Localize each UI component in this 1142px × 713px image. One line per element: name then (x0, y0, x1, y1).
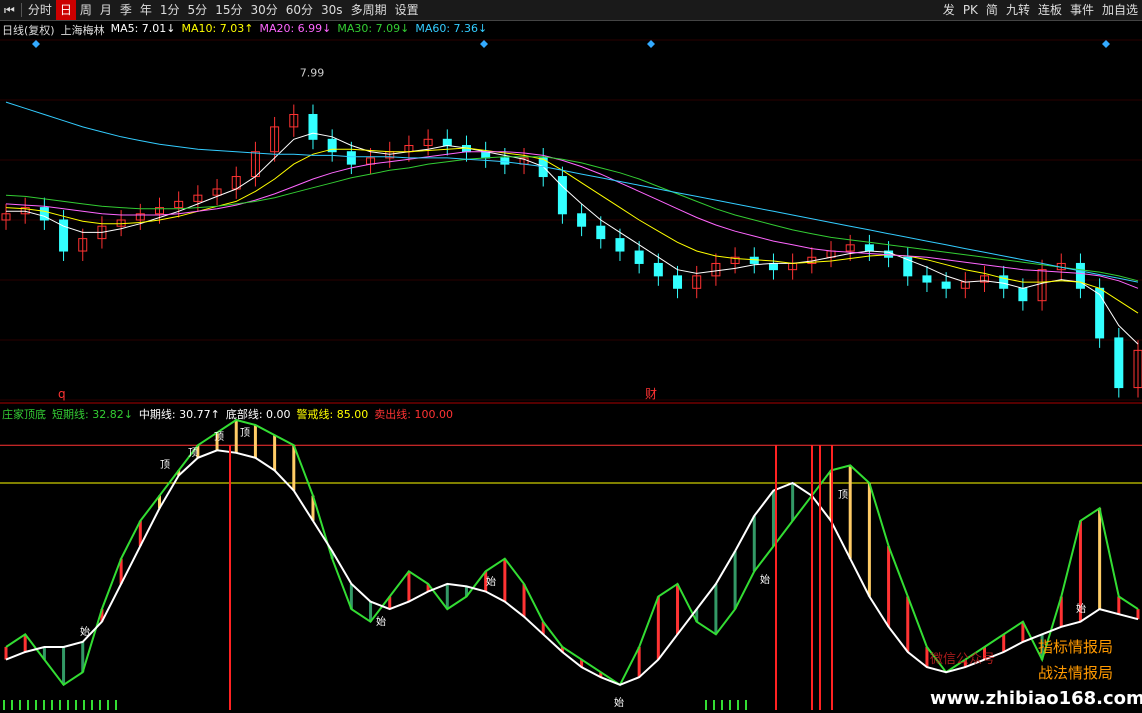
start-signal-label: 始 (614, 696, 624, 709)
period-tab[interactable]: 多周期 (347, 0, 391, 20)
dividend-diamond-icon (1102, 40, 1110, 48)
candle-body (596, 225, 606, 240)
dividend-diamond-icon (32, 40, 40, 48)
period-tabs: 分时日周月季年 1分 5分 15分 30分 60分 30s 多周期 设置 (24, 0, 423, 20)
toolbar-right-button[interactable]: PK (959, 0, 982, 20)
watermark-seal: 微信公众号 (930, 652, 996, 667)
short-term-line (5, 418, 1139, 687)
period-tab[interactable]: 60分 (282, 0, 317, 20)
top-signal-label: 顶 (188, 447, 198, 459)
toolbar-right: 发 PK 简九转 连板 事件 加自选 (939, 0, 1142, 20)
top-signal-label: 顶 (838, 489, 848, 501)
period-tab[interactable]: 季 (116, 0, 136, 20)
start-signal-label: 始 (760, 573, 770, 586)
period-tab[interactable]: 1分 (156, 0, 184, 20)
high-price-label: 7.99 (300, 66, 325, 79)
candle-body (864, 244, 874, 252)
period-tab[interactable]: 年 (136, 0, 156, 20)
candle-body (768, 262, 778, 271)
top-signal-label: 顶 (160, 459, 170, 471)
candle-body (653, 262, 663, 277)
candle-body (442, 138, 452, 147)
candle-body (346, 151, 356, 165)
watermark-line1: 指标情报局 (1038, 638, 1114, 656)
toolbar-right-button[interactable]: 连板 (1034, 0, 1066, 20)
candle-body (577, 213, 587, 227)
period-tab[interactable]: 15分 (211, 0, 246, 20)
toolbar: ⏮ 分时日周月季年 1分 5分 15分 30分 60分 30s 多周期 设置 发 PK 简九转 连板事… (0, 0, 1142, 21)
skip-back-icon[interactable]: ⏮ (0, 0, 19, 20)
candle-body (941, 281, 951, 289)
period-tab[interactable]: 设置 (391, 0, 423, 20)
period-tab[interactable]: 5分 (184, 0, 212, 20)
start-signal-label: 始 (80, 625, 90, 638)
candle-body (922, 275, 932, 283)
period-tab[interactable]: 分时 (24, 0, 56, 20)
top-signal-label: 顶 (214, 431, 224, 443)
candle-body (1114, 337, 1124, 389)
toolbar-right-button[interactable]: 简 (982, 0, 1002, 20)
watermark-url: www.zhibiao168.com (930, 688, 1142, 709)
ma-line-ma5 (6, 132, 1139, 345)
start-signal-label: 始 (376, 615, 386, 628)
candle-body (634, 250, 644, 264)
toolbar-right-button[interactable]: 发 (939, 0, 959, 20)
candle-body (673, 275, 683, 289)
top-signal-label: 顶 (240, 427, 250, 439)
candle-body (615, 238, 625, 252)
toolbar-right-button[interactable]: 加自选 (1098, 0, 1142, 20)
period-tab[interactable]: 月 (96, 0, 116, 20)
watermark-line2: 战法情报局 (1038, 664, 1114, 682)
dividend-diamond-icon (480, 40, 488, 48)
event-marker-q: q (58, 387, 66, 401)
candle-body (308, 113, 318, 140)
chart-canvas[interactable]: 7.99q 财始始始 始始始顶顶顶 顶顶 (0, 20, 1142, 713)
period-tab[interactable]: 30s (317, 0, 347, 20)
period-tab[interactable]: 周 (76, 0, 96, 20)
toolbar-divider (20, 3, 22, 17)
start-signal-label: 始 (486, 575, 496, 588)
start-signal-label: 始 (1076, 602, 1086, 615)
candle-body (1095, 287, 1105, 339)
candle-body (557, 176, 567, 215)
period-tab[interactable]: 日 (55, 0, 76, 20)
dividend-diamond-icon (647, 40, 655, 48)
period-tab[interactable]: 30分 (246, 0, 281, 20)
toolbar-right-button[interactable]: 事件 (1066, 0, 1098, 20)
toolbar-right-button[interactable]: 九转 (1002, 0, 1034, 20)
candle-body (1075, 262, 1085, 289)
candle-body (1018, 287, 1028, 302)
event-marker-finance: 财 (645, 387, 657, 401)
